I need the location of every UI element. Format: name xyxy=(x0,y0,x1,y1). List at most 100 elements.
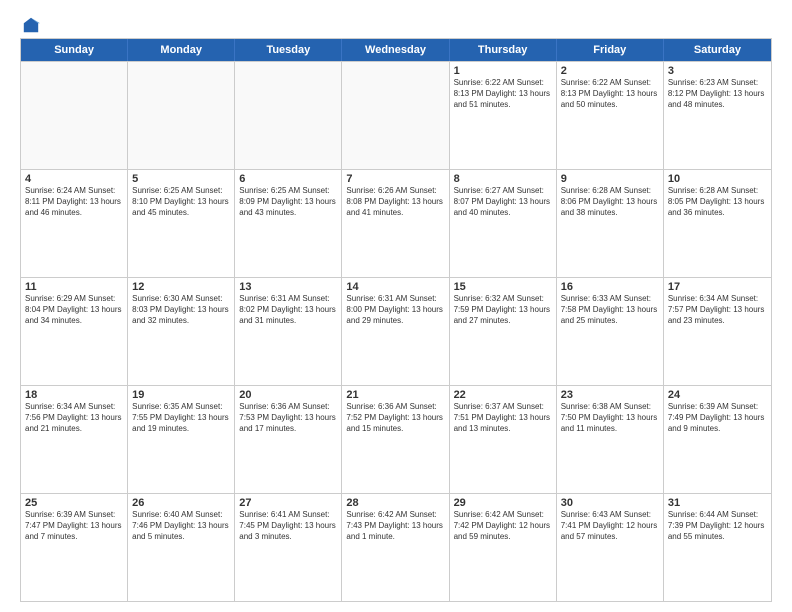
day-number: 20 xyxy=(239,389,337,401)
day-number: 29 xyxy=(454,497,552,509)
day-cell-18: 18Sunrise: 6:34 AM Sunset: 7:56 PM Dayli… xyxy=(21,386,128,493)
day-cell-9: 9Sunrise: 6:28 AM Sunset: 8:06 PM Daylig… xyxy=(557,170,664,277)
calendar-week-3: 11Sunrise: 6:29 AM Sunset: 8:04 PM Dayli… xyxy=(21,277,771,385)
day-info: Sunrise: 6:39 AM Sunset: 7:49 PM Dayligh… xyxy=(668,402,767,434)
day-cell-1: 1Sunrise: 6:22 AM Sunset: 8:13 PM Daylig… xyxy=(450,62,557,169)
day-info: Sunrise: 6:22 AM Sunset: 8:13 PM Dayligh… xyxy=(561,78,659,110)
day-number: 8 xyxy=(454,173,552,185)
day-info: Sunrise: 6:34 AM Sunset: 7:57 PM Dayligh… xyxy=(668,294,767,326)
day-info: Sunrise: 6:32 AM Sunset: 7:59 PM Dayligh… xyxy=(454,294,552,326)
day-number: 7 xyxy=(346,173,444,185)
day-cell-7: 7Sunrise: 6:26 AM Sunset: 8:08 PM Daylig… xyxy=(342,170,449,277)
calendar-header: SundayMondayTuesdayWednesdayThursdayFrid… xyxy=(21,39,771,61)
day-cell-12: 12Sunrise: 6:30 AM Sunset: 8:03 PM Dayli… xyxy=(128,278,235,385)
day-cell-28: 28Sunrise: 6:42 AM Sunset: 7:43 PM Dayli… xyxy=(342,494,449,601)
day-info: Sunrise: 6:42 AM Sunset: 7:43 PM Dayligh… xyxy=(346,510,444,542)
day-cell-20: 20Sunrise: 6:36 AM Sunset: 7:53 PM Dayli… xyxy=(235,386,342,493)
day-info: Sunrise: 6:28 AM Sunset: 8:06 PM Dayligh… xyxy=(561,186,659,218)
empty-cell xyxy=(21,62,128,169)
day-cell-25: 25Sunrise: 6:39 AM Sunset: 7:47 PM Dayli… xyxy=(21,494,128,601)
day-info: Sunrise: 6:40 AM Sunset: 7:46 PM Dayligh… xyxy=(132,510,230,542)
day-info: Sunrise: 6:44 AM Sunset: 7:39 PM Dayligh… xyxy=(668,510,767,542)
day-number: 23 xyxy=(561,389,659,401)
day-cell-4: 4Sunrise: 6:24 AM Sunset: 8:11 PM Daylig… xyxy=(21,170,128,277)
empty-cell xyxy=(342,62,449,169)
day-cell-24: 24Sunrise: 6:39 AM Sunset: 7:49 PM Dayli… xyxy=(664,386,771,493)
day-number: 24 xyxy=(668,389,767,401)
day-cell-8: 8Sunrise: 6:27 AM Sunset: 8:07 PM Daylig… xyxy=(450,170,557,277)
day-number: 22 xyxy=(454,389,552,401)
day-cell-2: 2Sunrise: 6:22 AM Sunset: 8:13 PM Daylig… xyxy=(557,62,664,169)
calendar-week-1: 1 Sunrise: 6:22 AM Sunset: 8:13 PM Daylig… xyxy=(21,61,771,169)
day-cell-31: 31Sunrise: 6:44 AM Sunset: 7:39 PM Dayli… xyxy=(664,494,771,601)
weekday-header-saturday: Saturday xyxy=(664,39,771,61)
weekday-header-sunday: Sunday xyxy=(21,39,128,61)
empty-cell xyxy=(235,62,342,169)
day-cell-6: 6Sunrise: 6:25 AM Sunset: 8:09 PM Daylig… xyxy=(235,170,342,277)
day-cell-11: 11Sunrise: 6:29 AM Sunset: 8:04 PM Dayli… xyxy=(21,278,128,385)
day-number: 19 xyxy=(132,389,230,401)
day-number: 3 xyxy=(668,65,767,77)
weekday-header-wednesday: Wednesday xyxy=(342,39,449,61)
day-number: 1 xyxy=(454,65,552,77)
day-number: 15 xyxy=(454,281,552,293)
day-info: Sunrise: 6:42 AM Sunset: 7:42 PM Dayligh… xyxy=(454,510,552,542)
day-cell-30: 30Sunrise: 6:43 AM Sunset: 7:41 PM Dayli… xyxy=(557,494,664,601)
logo-icon xyxy=(22,16,40,34)
calendar-body: 1 Sunrise: 6:22 AM Sunset: 8:13 PM Daylig… xyxy=(21,61,771,601)
empty-cell xyxy=(128,62,235,169)
day-info: Sunrise: 6:36 AM Sunset: 7:52 PM Dayligh… xyxy=(346,402,444,434)
day-info: Sunrise: 6:38 AM Sunset: 7:50 PM Dayligh… xyxy=(561,402,659,434)
day-number: 12 xyxy=(132,281,230,293)
day-number: 17 xyxy=(668,281,767,293)
day-number: 25 xyxy=(25,497,123,509)
day-info: Sunrise: 6:28 AM Sunset: 8:05 PM Dayligh… xyxy=(668,186,767,218)
day-info: Sunrise: 6:33 AM Sunset: 7:58 PM Dayligh… xyxy=(561,294,659,326)
day-info: Sunrise: 6:35 AM Sunset: 7:55 PM Dayligh… xyxy=(132,402,230,434)
page: SundayMondayTuesdayWednesdayThursdayFrid… xyxy=(0,0,792,612)
day-cell-17: 17Sunrise: 6:34 AM Sunset: 7:57 PM Dayli… xyxy=(664,278,771,385)
day-info: Sunrise: 6:36 AM Sunset: 7:53 PM Dayligh… xyxy=(239,402,337,434)
weekday-header-friday: Friday xyxy=(557,39,664,61)
day-cell-14: 14Sunrise: 6:31 AM Sunset: 8:00 PM Dayli… xyxy=(342,278,449,385)
day-cell-10: 10Sunrise: 6:28 AM Sunset: 8:05 PM Dayli… xyxy=(664,170,771,277)
day-number: 13 xyxy=(239,281,337,293)
calendar: SundayMondayTuesdayWednesdayThursdayFrid… xyxy=(20,38,772,602)
day-info: Sunrise: 6:26 AM Sunset: 8:08 PM Dayligh… xyxy=(346,186,444,218)
weekday-header-tuesday: Tuesday xyxy=(235,39,342,61)
day-number: 16 xyxy=(561,281,659,293)
day-cell-5: 5Sunrise: 6:25 AM Sunset: 8:10 PM Daylig… xyxy=(128,170,235,277)
day-number: 30 xyxy=(561,497,659,509)
weekday-header-monday: Monday xyxy=(128,39,235,61)
day-info: Sunrise: 6:25 AM Sunset: 8:09 PM Dayligh… xyxy=(239,186,337,218)
day-number: 9 xyxy=(561,173,659,185)
day-number: 2 xyxy=(561,65,659,77)
day-cell-19: 19Sunrise: 6:35 AM Sunset: 7:55 PM Dayli… xyxy=(128,386,235,493)
day-cell-3: 3Sunrise: 6:23 AM Sunset: 8:12 PM Daylig… xyxy=(664,62,771,169)
day-number: 10 xyxy=(668,173,767,185)
day-number: 27 xyxy=(239,497,337,509)
day-number: 26 xyxy=(132,497,230,509)
day-info: Sunrise: 6:25 AM Sunset: 8:10 PM Dayligh… xyxy=(132,186,230,218)
day-number: 28 xyxy=(346,497,444,509)
calendar-week-4: 18Sunrise: 6:34 AM Sunset: 7:56 PM Dayli… xyxy=(21,385,771,493)
logo xyxy=(20,16,40,30)
day-info: Sunrise: 6:31 AM Sunset: 8:00 PM Dayligh… xyxy=(346,294,444,326)
day-cell-15: 15Sunrise: 6:32 AM Sunset: 7:59 PM Dayli… xyxy=(450,278,557,385)
day-cell-26: 26Sunrise: 6:40 AM Sunset: 7:46 PM Dayli… xyxy=(128,494,235,601)
calendar-week-2: 4Sunrise: 6:24 AM Sunset: 8:11 PM Daylig… xyxy=(21,169,771,277)
day-info: Sunrise: 6:30 AM Sunset: 8:03 PM Dayligh… xyxy=(132,294,230,326)
day-number: 5 xyxy=(132,173,230,185)
day-info: Sunrise: 6:29 AM Sunset: 8:04 PM Dayligh… xyxy=(25,294,123,326)
header xyxy=(20,16,772,30)
weekday-header-thursday: Thursday xyxy=(450,39,557,61)
day-number: 4 xyxy=(25,173,123,185)
day-number: 18 xyxy=(25,389,123,401)
day-number: 21 xyxy=(346,389,444,401)
day-cell-21: 21Sunrise: 6:36 AM Sunset: 7:52 PM Dayli… xyxy=(342,386,449,493)
day-info: Sunrise: 6:41 AM Sunset: 7:45 PM Dayligh… xyxy=(239,510,337,542)
day-cell-27: 27Sunrise: 6:41 AM Sunset: 7:45 PM Dayli… xyxy=(235,494,342,601)
day-cell-16: 16Sunrise: 6:33 AM Sunset: 7:58 PM Dayli… xyxy=(557,278,664,385)
day-number: 6 xyxy=(239,173,337,185)
day-info: Sunrise: 6:34 AM Sunset: 7:56 PM Dayligh… xyxy=(25,402,123,434)
